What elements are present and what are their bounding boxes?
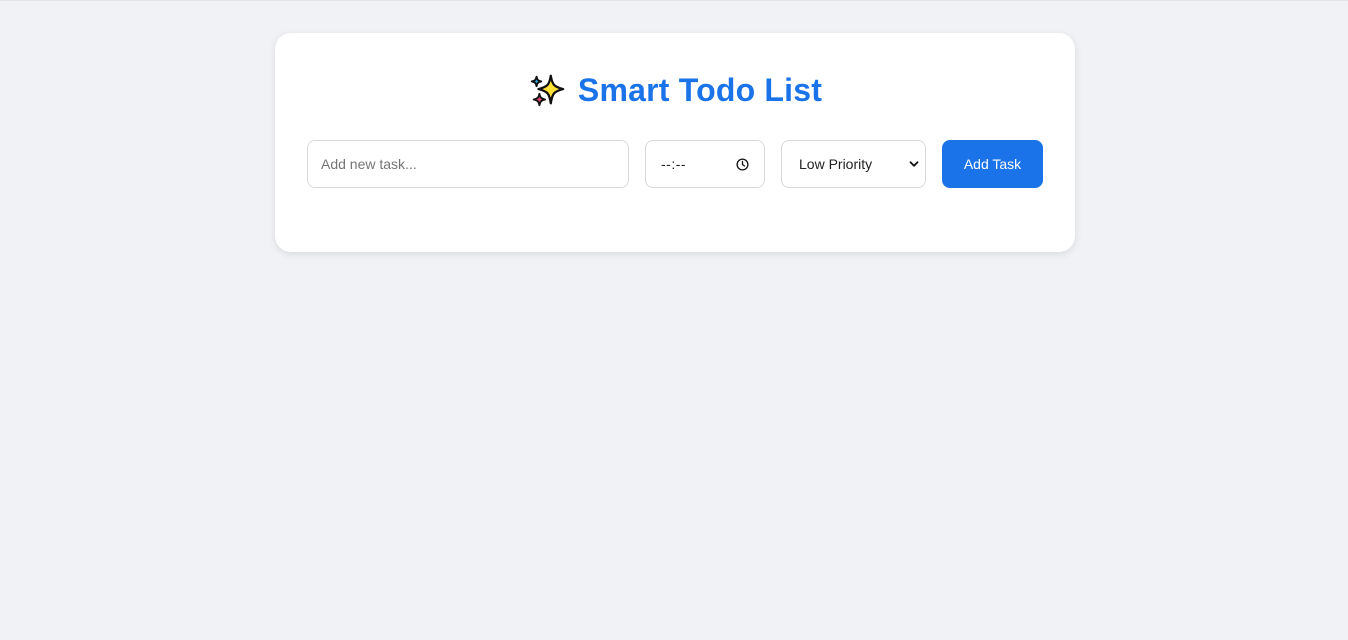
priority-select[interactable]: Low Priority <box>781 140 926 188</box>
time-placeholder: --:-- <box>661 156 687 172</box>
sparkles-icon <box>528 71 566 109</box>
task-input[interactable] <box>307 140 629 188</box>
add-task-button[interactable]: Add Task <box>942 140 1043 188</box>
add-task-form: --:-- Low Priority Add Task <box>307 140 1043 188</box>
time-input[interactable]: --:-- <box>645 140 765 188</box>
chevron-down-icon <box>909 159 919 169</box>
clock-icon[interactable] <box>736 157 749 171</box>
todo-card: Smart Todo List --:-- Low Priority Add T… <box>275 33 1075 252</box>
page-title: Smart Todo List <box>577 72 823 108</box>
header: Smart Todo List <box>275 71 1075 109</box>
priority-selected-value: Low Priority <box>799 156 873 172</box>
